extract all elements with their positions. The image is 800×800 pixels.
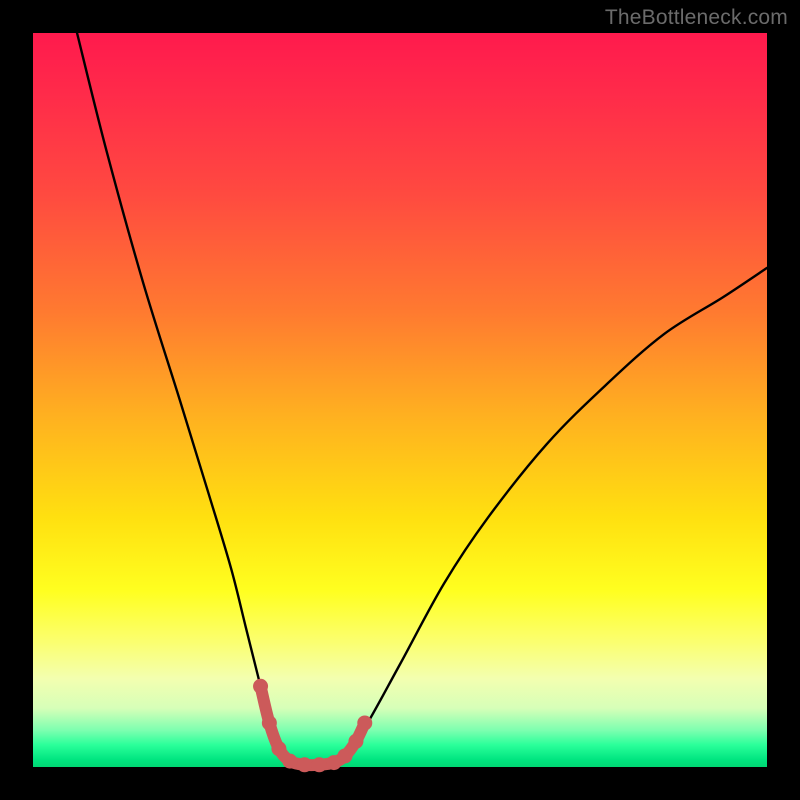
highlight-dot (262, 715, 277, 730)
plot-area (33, 33, 767, 767)
highlight-dot (337, 748, 352, 763)
highlight-dot (253, 679, 268, 694)
chart-frame: TheBottleneck.com (0, 0, 800, 800)
bottleneck-curve (77, 33, 767, 768)
highlight-dot (348, 734, 363, 749)
highlight-dot (271, 741, 286, 756)
highlight-dot (357, 715, 372, 730)
watermark-text: TheBottleneck.com (605, 6, 788, 30)
curve-svg (33, 33, 767, 767)
highlight-dot (312, 757, 327, 772)
highlight-dot (297, 757, 312, 772)
highlight-dot (282, 754, 297, 769)
highlight-dots (253, 679, 372, 773)
